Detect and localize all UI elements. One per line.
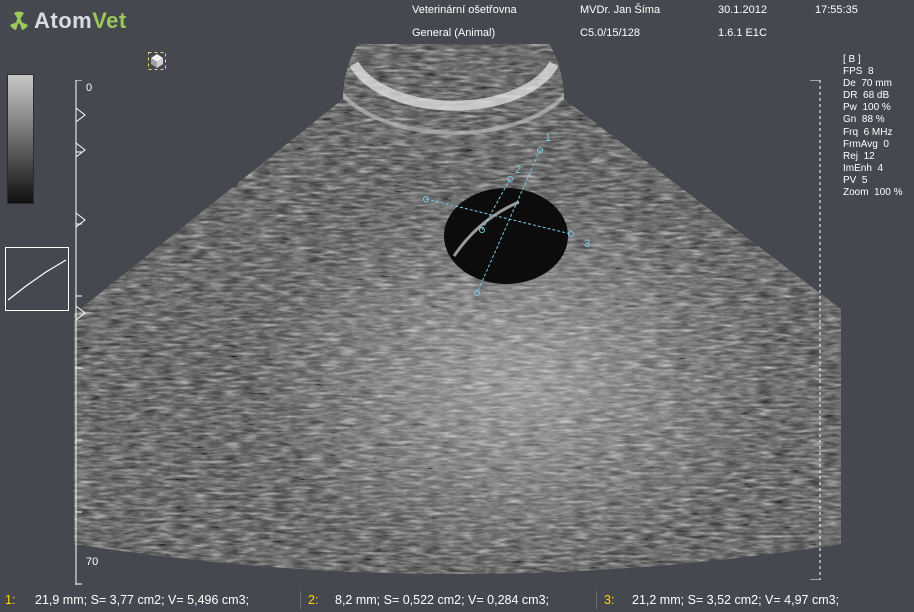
caliper-label-1: 1 xyxy=(545,132,551,144)
param-row: FPS 8 xyxy=(843,66,874,78)
measurement-result-3[interactable]: 21,2 mm; S= 3,52 cm2; V= 4,97 cm3; xyxy=(632,593,839,607)
depth-bottom-label: 70 xyxy=(86,556,99,568)
mode-label: [ B ] xyxy=(843,54,861,65)
depth-top-label: 0 xyxy=(86,82,93,94)
measurement-result-1[interactable]: 21,9 mm; S= 3,77 cm2; V= 5,496 cm3; xyxy=(35,593,249,607)
focus-marker-icon[interactable] xyxy=(75,211,86,229)
measurement-index-3: 3: xyxy=(604,593,615,607)
measurement-result-2[interactable]: 8,2 mm; S= 0,522 cm2; V= 0,284 cm3; xyxy=(335,593,549,607)
atomvet-logo-icon xyxy=(10,11,28,30)
cyst-region xyxy=(444,188,568,284)
param-row: Zoom 100 % xyxy=(843,187,903,199)
probe-label: C5.0/15/128 xyxy=(580,27,640,39)
parameter-panel: [ B ] FPS 8 De 70 mm DR 68 dB Pw 100 % G… xyxy=(843,54,902,199)
logo-text: AtomVet xyxy=(34,8,127,33)
header-bar: AtomVet Veterinární ošetřovna General (A… xyxy=(0,0,914,44)
fan-image xyxy=(74,44,841,575)
focus-marker-icon[interactable] xyxy=(75,107,86,124)
exam-date: 30.1.2012 xyxy=(718,4,767,16)
caliper-label-2: 2 xyxy=(515,164,521,176)
param-row: Pw 100 % xyxy=(843,102,891,114)
app-logo: AtomVet xyxy=(8,6,127,36)
param-row: Frq 6 MHz xyxy=(843,126,893,138)
param-row: DR 68 dB xyxy=(843,90,890,102)
caliper-label-3: 3 xyxy=(584,238,590,250)
exam-time: 17:55:35 xyxy=(815,4,858,16)
focus-marker-icon[interactable] xyxy=(75,141,86,159)
measurement-index-2: 2: xyxy=(308,593,319,607)
right-tgc-scale xyxy=(810,80,821,580)
param-row: De 70 mm xyxy=(843,78,892,90)
preset-label: General (Animal) xyxy=(412,27,496,39)
grayscale-bar xyxy=(7,74,34,204)
doctor-name: MVDr. Jan Šíma xyxy=(580,4,661,16)
software-version: 1.6.1 E1C xyxy=(718,27,767,39)
param-row: Rej 12 xyxy=(843,150,875,162)
measurement-index-1: 1: xyxy=(5,593,16,607)
param-row: FrmAvg 0 xyxy=(843,138,889,150)
gamma-curve-box[interactable] xyxy=(5,247,69,311)
param-row: ImEnh 4 xyxy=(843,162,884,174)
divider xyxy=(596,591,597,609)
param-row: PV 5 xyxy=(843,174,868,186)
measurement-bar: 1: 21,9 mm; S= 3,77 cm2; V= 5,496 cm3; 2… xyxy=(0,589,914,612)
param-row: Gn 88 % xyxy=(843,114,885,126)
ultrasound-image[interactable]: 1 2 3 xyxy=(74,44,841,589)
divider xyxy=(300,591,301,609)
focus-marker-icon[interactable] xyxy=(75,304,86,322)
focus-markers[interactable] xyxy=(75,107,87,327)
exam-type: Veterinární ošetřovna xyxy=(412,4,517,16)
